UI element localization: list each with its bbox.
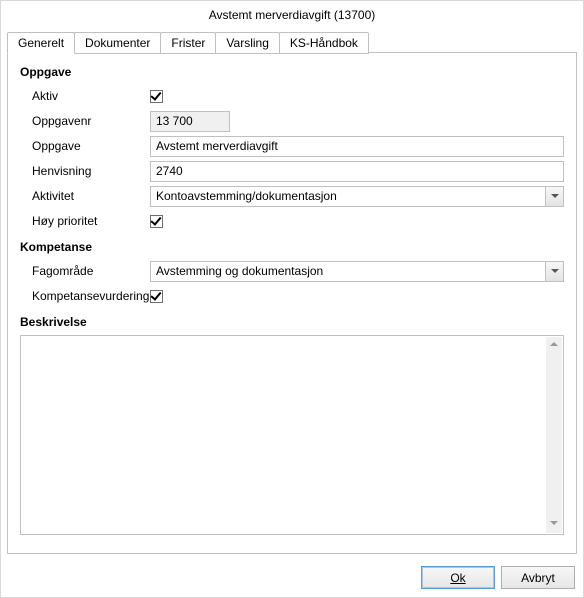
tab-dokumenter[interactable]: Dokumenter <box>74 32 161 54</box>
tab-label: KS-Håndbok <box>290 36 358 50</box>
textarea-beskrivelse[interactable] <box>20 335 564 535</box>
tab-label: Dokumenter <box>85 36 150 50</box>
tab-label: Generelt <box>18 36 64 50</box>
checkbox-kompetansevurdering[interactable] <box>150 290 163 303</box>
tabstrip: Generelt Dokumenter Frister Varsling KS-… <box>1 31 583 53</box>
tab-varsling[interactable]: Varsling <box>215 32 279 54</box>
tab-generelt[interactable]: Generelt <box>7 32 75 54</box>
section-beskrivelse: Beskrivelse <box>20 315 564 329</box>
section-kompetanse: Kompetanse <box>20 240 564 254</box>
label-henvisning: Henvisning <box>20 164 150 178</box>
cancel-button[interactable]: Avbryt <box>501 566 575 589</box>
input-henvisning[interactable] <box>150 161 564 182</box>
tab-frister[interactable]: Frister <box>160 32 216 54</box>
dialog-button-row: Ok Avbryt <box>1 560 583 597</box>
label-oppgave: Oppgave <box>20 139 150 153</box>
dialog-window: Avstemt merverdiavgift (13700) Generelt … <box>0 0 584 598</box>
input-oppgave[interactable] <box>150 136 564 157</box>
section-oppgave: Oppgave <box>20 65 564 79</box>
cancel-button-label: Avbryt <box>521 571 555 585</box>
select-aktivitet-button[interactable] <box>545 187 563 206</box>
checkbox-hoy-prioritet[interactable] <box>150 215 163 228</box>
scroll-down-icon <box>550 521 558 525</box>
scrollbar-vertical[interactable] <box>546 337 562 533</box>
scroll-up-icon <box>550 342 558 346</box>
select-fagomrade-value: Avstemming og dokumentasjon <box>151 262 545 281</box>
label-oppgavenr: Oppgavenr <box>20 114 150 128</box>
checkbox-aktiv[interactable] <box>150 90 163 103</box>
tab-label: Frister <box>171 36 205 50</box>
tabpanel-generelt: Oppgave Aktiv Oppgavenr Oppgave Henvisni… <box>7 53 577 554</box>
tab-label: Varsling <box>226 36 268 50</box>
chevron-down-icon <box>551 269 559 273</box>
select-aktivitet[interactable]: Kontoavstemming/dokumentasjon <box>150 186 564 207</box>
tab-kshandbok[interactable]: KS-Håndbok <box>279 32 369 54</box>
select-fagomrade[interactable]: Avstemming og dokumentasjon <box>150 261 564 282</box>
label-aktiv: Aktiv <box>20 89 150 103</box>
select-fagomrade-button[interactable] <box>545 262 563 281</box>
select-aktivitet-value: Kontoavstemming/dokumentasjon <box>151 187 545 206</box>
ok-button-label: Ok <box>450 571 465 585</box>
label-aktivitet: Aktivitet <box>20 189 150 203</box>
ok-button[interactable]: Ok <box>421 566 495 589</box>
dialog-title: Avstemt merverdiavgift (13700) <box>1 1 583 29</box>
label-fagomrade: Fagområde <box>20 264 150 278</box>
label-hoy-prioritet: Høy prioritet <box>20 214 150 228</box>
chevron-down-icon <box>551 194 559 198</box>
input-oppgavenr[interactable] <box>150 111 230 132</box>
label-kompetansevurdering: Kompetansevurdering <box>20 289 150 303</box>
